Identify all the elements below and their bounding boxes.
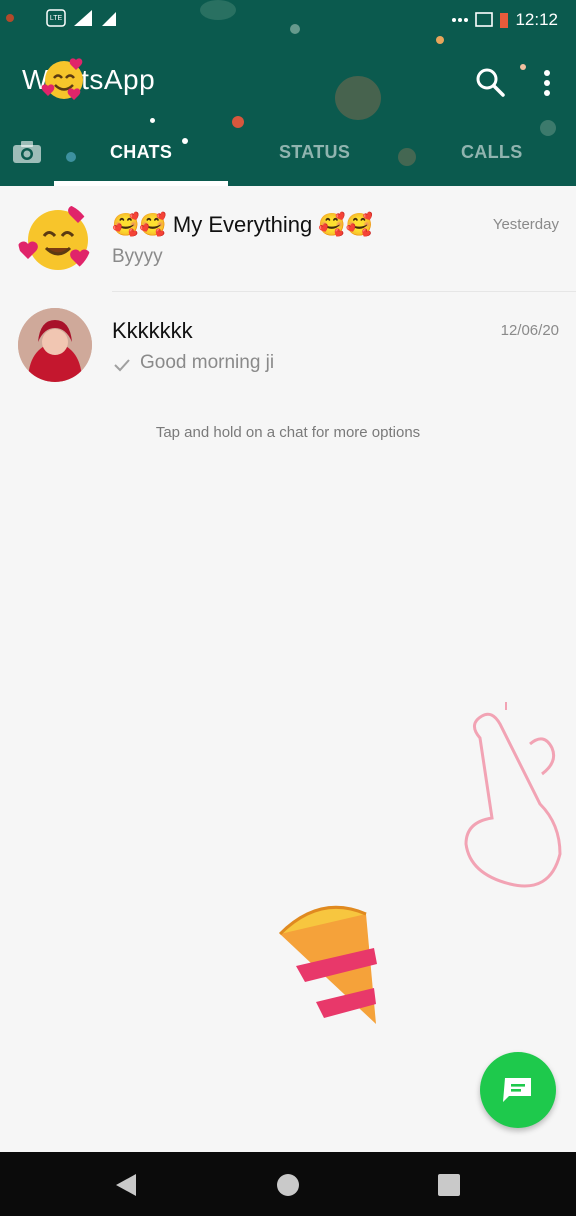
status-bar: LTE 12:12 <box>0 0 576 46</box>
finger-heart-sticker-icon <box>464 702 562 888</box>
camera-icon[interactable] <box>12 140 42 164</box>
more-vert-icon[interactable] <box>540 68 554 98</box>
chat-row[interactable]: 🥰🥰 My Everything 🥰🥰 Yesterday Byyyy <box>0 186 576 292</box>
chat-date: 12/06/20 <box>500 322 559 339</box>
4g-signal-icon <box>74 10 92 26</box>
avatar[interactable] <box>18 202 92 276</box>
search-icon[interactable] <box>473 65 507 99</box>
back-icon[interactable] <box>114 1172 138 1198</box>
clock: 12:12 <box>515 10 558 29</box>
avatar[interactable] <box>18 308 92 382</box>
chat-row[interactable]: Kkkkkkk 12/06/20 Good morning ji <box>0 292 576 396</box>
profile-photo-icon <box>18 308 92 382</box>
battery-icon <box>500 13 509 28</box>
chat-preview: Byyyy <box>112 246 163 267</box>
chat-preview: Good morning ji <box>140 352 275 373</box>
chat-name: 🥰🥰 My Everything 🥰🥰 <box>112 212 374 237</box>
recent-apps-icon[interactable] <box>438 1174 460 1196</box>
smiling-hearts-emoji-icon <box>41 58 83 100</box>
party-popper-sticker-icon <box>278 905 377 1024</box>
chat-name: Kkkkkkk <box>112 318 193 343</box>
sent-check-icon <box>114 359 130 372</box>
tab-chats[interactable]: CHATS <box>110 142 172 163</box>
svg-text:LTE: LTE <box>50 15 63 22</box>
signal-icon <box>102 12 116 26</box>
more-dots-icon <box>452 18 469 22</box>
new-chat-icon <box>503 1078 531 1102</box>
chat-date: Yesterday <box>492 216 559 233</box>
new-chat-button[interactable] <box>480 1052 556 1128</box>
hugging-face-emoji-icon <box>18 205 90 270</box>
tab-status[interactable]: STATUS <box>279 142 350 163</box>
hint-text: Tap and hold on a chat for more options <box>155 424 421 441</box>
home-icon[interactable] <box>277 1174 299 1196</box>
app-header: LTE 12:12 WhatsApp CHATS STATUS CALLS <box>0 0 576 186</box>
volte-icon: LTE <box>46 9 66 27</box>
tab-calls[interactable]: CALLS <box>461 142 523 163</box>
cast-icon <box>475 12 494 27</box>
